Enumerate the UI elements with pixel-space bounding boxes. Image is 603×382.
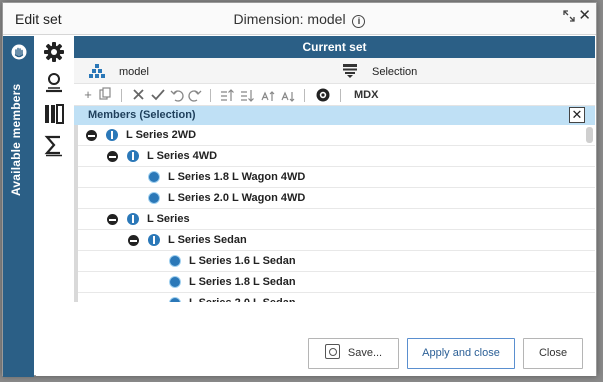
sigma-icon[interactable]	[42, 133, 66, 157]
close-dialog-icon[interactable]: ✕	[578, 8, 591, 24]
tree-row-label: L Series 2.0 L Wagon 4WD	[168, 192, 306, 204]
leaf-node-icon	[169, 297, 181, 302]
tree-row[interactable]: L Series 4WD	[78, 146, 595, 167]
tree-row-label: L Series 2WD	[126, 129, 197, 141]
tree-row-label: L Series 1.8 L Sedan	[189, 276, 296, 288]
tree-row[interactable]: L Series 2.0 L Wagon 4WD	[78, 188, 595, 209]
hierarchy-node-icon	[106, 129, 118, 141]
hierarchy-node-icon	[148, 234, 160, 246]
mdx-button[interactable]: MDX	[354, 89, 378, 101]
collapse-icon[interactable]	[107, 151, 118, 162]
side-tools	[36, 36, 72, 166]
tree-row-label: L Series 1.6 L Sedan	[189, 255, 296, 267]
collapse-icon[interactable]	[107, 214, 118, 225]
save-button-label: Save...	[347, 347, 383, 359]
edit-set-dialog: Edit set Dimension: model i ✕ Available …	[2, 2, 597, 377]
redo-icon[interactable]	[188, 87, 202, 103]
expand-icon[interactable]	[562, 9, 576, 23]
delete-icon[interactable]	[132, 87, 145, 103]
sort-desc-icon[interactable]	[240, 87, 256, 103]
leaf-node-icon	[169, 255, 181, 267]
tree-row[interactable]: L Series 2.0 L Sedan	[78, 293, 595, 302]
current-set-panel: Current set model Selection + MDX Member…	[74, 36, 595, 324]
save-icon	[324, 344, 340, 359]
copy-icon[interactable]	[99, 87, 111, 103]
selection-label: Selection	[372, 66, 418, 78]
sort-hier-desc-icon[interactable]	[280, 87, 296, 103]
undo-icon[interactable]	[170, 87, 184, 103]
toolbar-separator	[121, 89, 122, 102]
dimension-title: Dimension: model i	[3, 11, 596, 28]
settings-icon[interactable]	[42, 40, 66, 64]
sort-hier-asc-icon[interactable]	[260, 87, 276, 103]
members-header: Members (Selection) ✕	[74, 106, 595, 125]
leaf-node-icon	[148, 171, 160, 183]
leaf-node-icon	[148, 192, 160, 204]
tree-row-label: L Series 4WD	[147, 150, 218, 162]
info-icon[interactable]: i	[352, 15, 366, 28]
tree-row[interactable]: L Series	[78, 209, 595, 230]
add-icon[interactable]: +	[82, 87, 94, 103]
tree-row-label: L Series 1.8 L Wagon 4WD	[168, 171, 306, 183]
tree-row-label: L Series Sedan	[168, 234, 247, 246]
leaf-node-icon	[169, 276, 181, 288]
tree-row[interactable]: L Series 1.8 L Wagon 4WD	[78, 167, 595, 188]
collapse-icon[interactable]	[128, 235, 139, 246]
tree-row[interactable]: L Series 2WD	[78, 125, 595, 146]
current-set-header: Current set	[74, 36, 595, 58]
check-icon[interactable]	[151, 87, 165, 103]
tree-row-label: L Series	[147, 213, 190, 225]
members-header-label: Members (Selection)	[88, 109, 196, 121]
apply-and-close-button[interactable]: Apply and close	[407, 338, 515, 369]
hierarchy-node-icon	[127, 213, 139, 225]
close-button[interactable]: Close	[523, 338, 583, 369]
dialog-footer: Save... Apply and close Close	[36, 324, 596, 376]
available-members-tab[interactable]: Available members	[3, 36, 34, 377]
tree-row[interactable]: L Series 1.8 L Sedan	[78, 272, 595, 293]
toolbar-separator	[340, 89, 341, 102]
save-button[interactable]: Save...	[308, 338, 399, 369]
columns-icon[interactable]	[42, 102, 66, 126]
record-icon[interactable]	[315, 87, 331, 103]
title-bar: Edit set Dimension: model i ✕	[3, 3, 596, 35]
toolbar-separator	[304, 89, 305, 102]
members-tree: L Series 2WD L Series 4WD L Series 1.8 L…	[74, 125, 595, 302]
members-toolbar: + MDX	[74, 84, 595, 106]
dimension-row: model Selection	[74, 58, 595, 84]
dimension-name: model	[119, 66, 149, 78]
tree-row[interactable]: L Series Sedan	[78, 230, 595, 251]
tree-row[interactable]: L Series 1.6 L Sedan	[78, 251, 595, 272]
clear-members-icon[interactable]: ✕	[569, 107, 585, 123]
user-icon[interactable]	[42, 71, 66, 95]
sort-asc-icon[interactable]	[220, 87, 236, 103]
hierarchy-node-icon	[127, 150, 139, 162]
toolbar-separator	[210, 89, 211, 102]
tree-row-label: L Series 2.0 L Sedan	[189, 293, 296, 302]
dimension-title-text: Dimension: model	[233, 11, 346, 27]
hand-icon	[11, 44, 27, 60]
selection-filter-icon[interactable]	[342, 63, 358, 79]
available-members-label: Available members	[9, 83, 23, 196]
hierarchy-cubes-icon	[89, 64, 105, 78]
collapse-icon[interactable]	[86, 130, 97, 141]
